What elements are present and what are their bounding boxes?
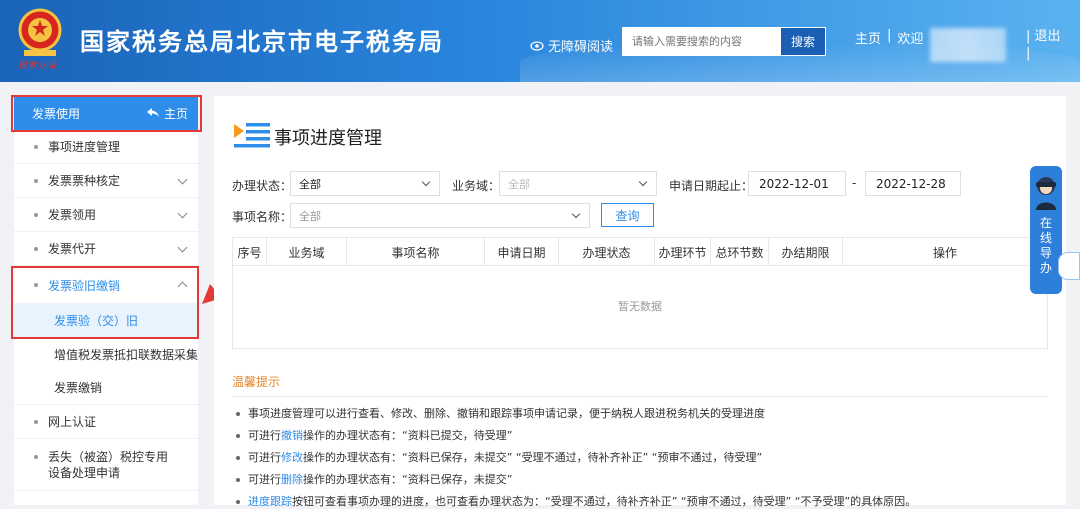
domain-select[interactable]: 全部 <box>499 171 657 196</box>
tax-emblem-icon <box>18 8 62 56</box>
sidebar-item-progress[interactable]: 事项进度管理 <box>14 130 198 164</box>
sidebar-item-label: 网上认证 <box>48 415 97 429</box>
sidebar-item-invoice-agent[interactable]: 发票代开 <box>14 232 198 266</box>
logout-separator-2: | <box>1026 46 1031 61</box>
query-button[interactable]: 查询 <box>601 203 654 227</box>
nav-separator: | <box>887 28 892 43</box>
sidebar-item-ticket-type[interactable]: 发票票种核定 <box>14 164 198 198</box>
bullet-icon <box>34 246 38 251</box>
status-select[interactable]: 全部 <box>290 171 440 196</box>
item-name-select[interactable]: 全部 <box>290 203 590 228</box>
tip-link-modify[interactable]: 修改 <box>281 451 303 464</box>
logout-label[interactable]: 退出 <box>1035 29 1061 44</box>
sidebar-subitem-label: 增值税发票抵扣联数据采集 <box>54 347 199 362</box>
tip-line: 可进行删除操作的办理状态有：“资料已保存，未提交” <box>236 471 512 487</box>
date-separator: - <box>852 176 857 190</box>
customer-service-icon <box>1036 177 1056 210</box>
home-link[interactable]: 主页 <box>855 28 881 47</box>
sidebar-item-label: 丢失（被盗）税控专用设备处理申请 <box>48 450 169 480</box>
eye-icon <box>530 40 544 51</box>
table-header: 序号 业务域 事项名称 申请日期 办理状态 办理环节 总环节数 办结期限 操作 <box>233 238 1047 266</box>
highlight-box-verify-old <box>11 266 199 339</box>
chevron-down-icon <box>421 177 431 187</box>
bullet-icon <box>236 434 240 438</box>
bullet-icon <box>236 412 240 416</box>
chevron-down-icon <box>177 208 188 219</box>
column-header: 事项名称 <box>347 238 485 266</box>
domain-label: 业务域： <box>452 179 501 193</box>
column-header: 序号 <box>233 238 267 266</box>
header-nav: 主页 | 欢迎 <box>855 28 923 47</box>
status-select-value: 全部 <box>299 177 321 191</box>
tip-link-track[interactable]: 进度跟踪 <box>248 495 292 508</box>
bullet-icon <box>236 500 240 504</box>
item-name-label: 事项名称： <box>232 210 293 224</box>
bullet-icon <box>34 178 38 183</box>
sidebar-item-lost-device[interactable]: 丢失（被盗）税控专用设备处理申请 <box>14 439 198 491</box>
online-guide-label: 在线导办 <box>1039 216 1052 275</box>
sidebar-subitem-vat-collect[interactable]: 增值税发票抵扣联数据采集 <box>14 337 198 371</box>
tips-title: 温馨提示 <box>232 375 281 389</box>
tip-line: 事项进度管理可以进行查看、修改、删除、撤销和跟踪事项申请记录，便于纳税人跟进税务… <box>236 405 765 421</box>
welcome-text: 欢迎 <box>897 32 924 47</box>
column-header: 办理状态 <box>559 238 655 266</box>
sidebar-subitem-invoice-cancel[interactable]: 发票缴销 <box>14 371 198 405</box>
sidebar-subitem-label: 发票缴销 <box>54 381 103 395</box>
page-title: 事项进度管理 <box>274 128 382 149</box>
accessibility-label: 无障碍阅读 <box>548 40 614 55</box>
tip-line: 进度跟踪按钮可查看事项办理的进度，也可查看办理状态为：“受理不通过，待补齐补正”… <box>236 493 916 509</box>
search-button[interactable]: 搜索 <box>780 27 826 56</box>
column-header: 办理环节 <box>655 238 711 266</box>
domain-select-value: 全部 <box>508 177 530 191</box>
column-header: 申请日期 <box>485 238 559 266</box>
chevron-down-icon <box>177 242 188 253</box>
tips-divider <box>232 396 1048 397</box>
list-title-icon <box>234 123 270 148</box>
sidebar-item-label: 发票领用 <box>48 208 97 222</box>
column-header: 办结期限 <box>769 238 843 266</box>
chevron-down-icon <box>638 177 648 187</box>
accessibility-link[interactable]: 无障碍阅读 <box>530 36 613 55</box>
bullet-icon <box>34 419 38 424</box>
tip-link-delete[interactable]: 删除 <box>281 473 303 486</box>
main-panel: 事项进度管理 办理状态： 全部 业务域： 全部 申请日期起止： 2022-12-… <box>214 96 1066 508</box>
bullet-icon <box>236 478 240 482</box>
bullet-icon <box>236 456 240 460</box>
status-label: 办理状态： <box>232 179 293 193</box>
search-input[interactable] <box>622 27 780 56</box>
sidebar-item-invoice-claim[interactable]: 发票领用 <box>14 198 198 232</box>
logout-link[interactable]: | 退出 | <box>1026 28 1061 62</box>
sidebar-item-label: 发票票种核定 <box>48 174 121 188</box>
online-guide-widget[interactable]: 在线导办 <box>1030 166 1062 294</box>
bullet-icon <box>34 144 38 149</box>
bullet-icon <box>34 212 38 217</box>
blurred-username <box>930 28 1006 62</box>
date-start-input[interactable]: 2022-12-01 <box>748 171 846 196</box>
column-header: 操作 <box>932 245 957 260</box>
highlight-box-sidebar-header <box>11 95 202 132</box>
chevron-down-icon <box>571 209 581 219</box>
progress-table: 序号 业务域 事项名称 申请日期 办理状态 办理环节 总环节数 办结期限 操作 … <box>232 237 1048 349</box>
sidebar-item-label: 发票代开 <box>48 242 97 256</box>
empty-state: 暂无数据 <box>618 300 662 313</box>
logout-separator: | <box>1026 29 1031 44</box>
item-name-select-value: 全部 <box>299 209 321 223</box>
sidebar-item-label: 事项进度管理 <box>48 140 121 154</box>
side-tool-icon[interactable] <box>1058 252 1080 280</box>
chevron-down-icon <box>177 174 188 185</box>
tip-line: 可进行修改操作的办理状态有：“资料已保存，未提交” “受理不通过，待补齐补正” … <box>236 449 762 465</box>
date-range-label: 申请日期起止： <box>669 179 754 193</box>
emblem-subtitle: 税收认证 <box>18 61 59 71</box>
sidebar-item-online-certify[interactable]: 网上认证 <box>14 405 198 439</box>
site-header: 税收认证 国家税务总局北京市电子税务局 无障碍阅读 搜索 主页 | 欢迎 | 退… <box>0 0 1080 82</box>
tip-line: 可进行撤销操作的办理状态有：“资料已提交，待受理” <box>236 427 512 443</box>
column-header: 业务域 <box>267 238 347 266</box>
site-title: 国家税务总局北京市电子税务局 <box>80 28 444 56</box>
tip-link-cancel[interactable]: 撤销 <box>281 429 303 442</box>
bullet-icon <box>34 455 38 459</box>
date-end-input[interactable]: 2022-12-28 <box>865 171 961 196</box>
column-header: 总环节数 <box>711 238 769 266</box>
